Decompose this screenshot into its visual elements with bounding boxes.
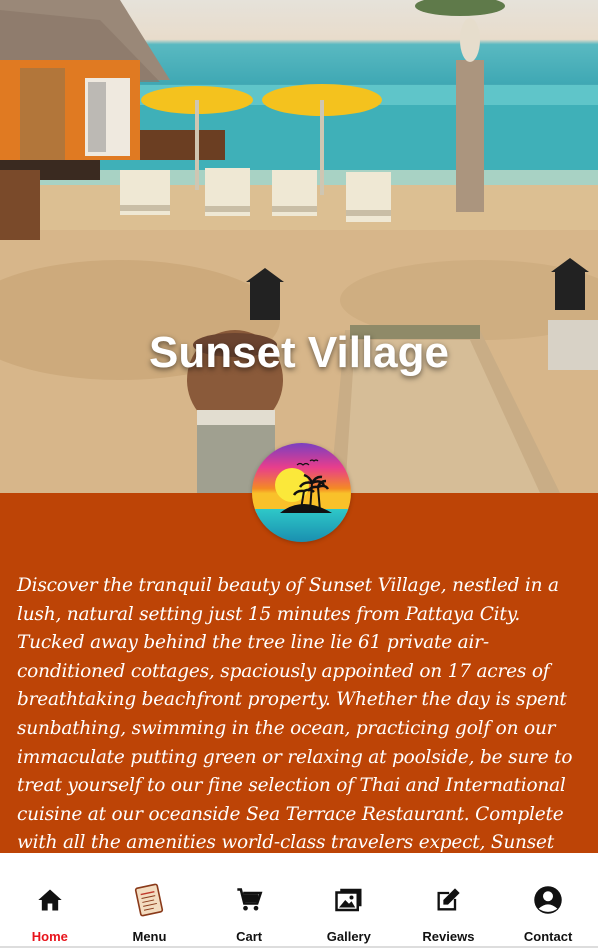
gallery-icon — [332, 883, 366, 917]
nav-item-gallery[interactable]: Gallery — [305, 853, 393, 944]
bottom-nav: Home Menu Cart Gallery Reviews Contact — [0, 853, 598, 948]
nav-label-contact: Contact — [523, 929, 573, 944]
nav-label-reviews: Reviews — [422, 929, 475, 944]
nav-label-menu: Menu — [132, 929, 167, 944]
description-panel: Discover the tranquil beauty of Sunset V… — [0, 493, 598, 853]
description-text: Discover the tranquil beauty of Sunset V… — [17, 575, 573, 853]
hero-banner: Sunset Village — [0, 0, 598, 493]
nav-label-home: Home — [31, 929, 68, 944]
nav-item-home[interactable]: Home — [6, 853, 94, 944]
nav-item-reviews[interactable]: Reviews — [404, 853, 492, 944]
home-icon — [33, 883, 67, 917]
nav-item-cart[interactable]: Cart — [205, 853, 293, 944]
menu-book-icon — [132, 883, 166, 917]
nav-label-gallery: Gallery — [326, 929, 371, 944]
nav-item-menu[interactable]: Menu — [105, 853, 193, 944]
nav-item-contact[interactable]: Contact — [504, 853, 592, 944]
reviews-icon — [431, 883, 465, 917]
hero-beach-image — [0, 0, 598, 493]
hero-title: Sunset Village — [149, 328, 449, 377]
nav-label-cart: Cart — [236, 929, 263, 944]
contact-icon — [531, 883, 565, 917]
cart-icon — [232, 883, 266, 917]
sunset-island-logo-icon — [252, 443, 351, 542]
